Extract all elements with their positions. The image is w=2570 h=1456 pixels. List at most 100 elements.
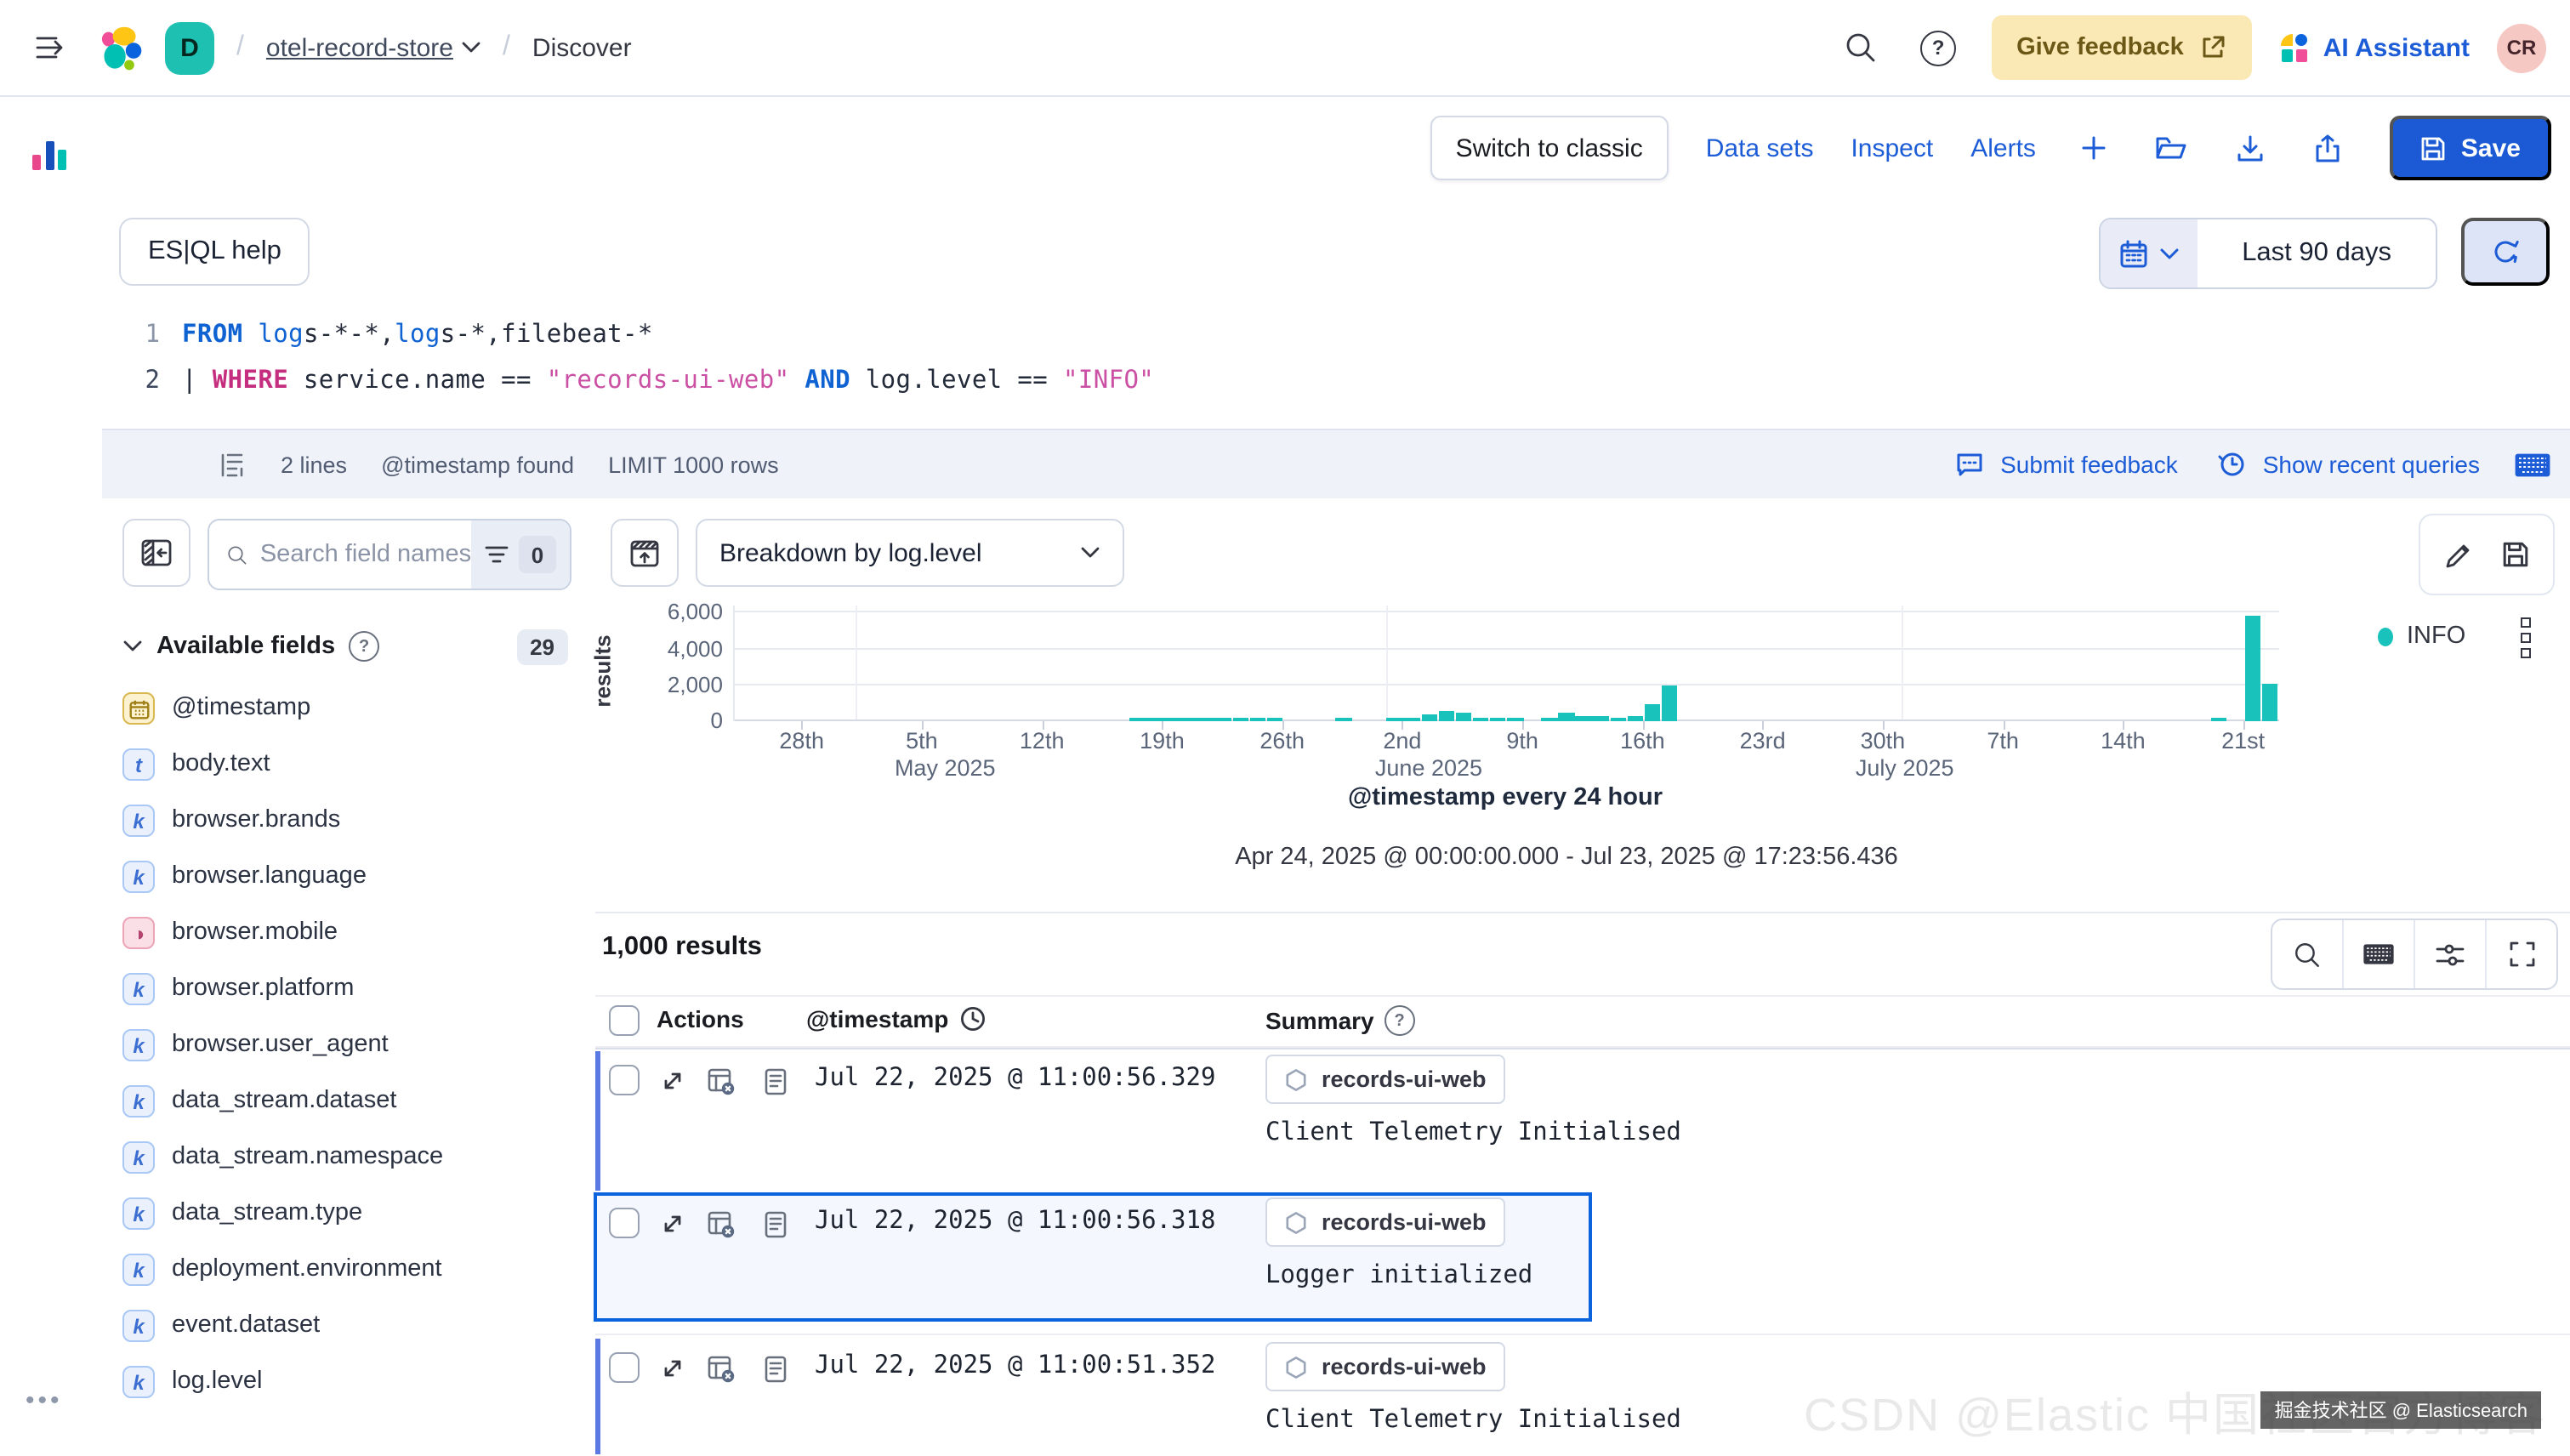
field-list-item[interactable]: @timestamp: [122, 680, 582, 737]
histogram-bar[interactable]: [1644, 705, 1660, 721]
field-list-item[interactable]: kbrowser.platform: [122, 961, 582, 1017]
rail-overflow-button[interactable]: •••: [26, 1386, 63, 1415]
histogram-bar[interactable]: [1438, 710, 1454, 721]
expand-row-icon[interactable]: [660, 1356, 685, 1381]
histogram-bar[interactable]: [2245, 617, 2261, 721]
date-picker[interactable]: Last 90 days: [2099, 218, 2437, 289]
elastic-logo-icon[interactable]: [97, 25, 143, 71]
grid-keyboard-button[interactable]: [2342, 920, 2414, 988]
field-list-item[interactable]: ◑browser.mobile: [122, 905, 582, 961]
new-session-button[interactable]: [2073, 128, 2114, 168]
histogram-bar[interactable]: [1181, 718, 1197, 721]
histogram-bar[interactable]: [1559, 712, 1575, 721]
histogram-chart[interactable]: [733, 606, 2279, 721]
degraded-doc-icon[interactable]: [708, 1068, 736, 1095]
available-fields-header[interactable]: Available fields ? 29: [122, 623, 568, 670]
field-list-item[interactable]: kbrowser.user_agent: [122, 1017, 582, 1073]
legend-options-icon[interactable]: [2521, 617, 2531, 658]
ai-assistant-button[interactable]: AI Assistant: [2279, 32, 2470, 63]
analytics-app-icon[interactable]: [32, 133, 70, 170]
data-sets-link[interactable]: Data sets: [1706, 134, 1814, 162]
field-search-input[interactable]: [260, 541, 471, 568]
grid-search-button[interactable]: [2272, 920, 2342, 988]
help-button[interactable]: ?: [1913, 22, 1964, 73]
field-filter-button[interactable]: 0: [471, 520, 570, 589]
menu-toggle-button[interactable]: [24, 22, 75, 73]
view-document-icon[interactable]: [764, 1068, 787, 1095]
service-badge[interactable]: records-ui-web: [1265, 1055, 1505, 1104]
row-checkbox[interactable]: [609, 1065, 640, 1095]
histogram-bar[interactable]: [1232, 718, 1248, 721]
column-summary[interactable]: Summary ?: [1265, 1005, 1415, 1036]
histogram-settings-button[interactable]: [611, 519, 679, 587]
service-badge[interactable]: records-ui-web: [1265, 1342, 1505, 1391]
field-list-item[interactable]: kdata_stream.dataset: [122, 1073, 582, 1129]
column-timestamp[interactable]: @timestamp: [806, 1005, 986, 1032]
histogram-bar[interactable]: [1129, 718, 1146, 721]
keyboard-icon[interactable]: [2514, 452, 2551, 477]
histogram-bar[interactable]: [1404, 718, 1420, 721]
row-checkbox[interactable]: [609, 1208, 640, 1238]
time-range-value[interactable]: Last 90 days: [2198, 219, 2436, 287]
histogram-bar[interactable]: [1146, 718, 1163, 721]
histogram-bar[interactable]: [1662, 685, 1678, 722]
chart-legend[interactable]: INFO: [2378, 623, 2465, 650]
histogram-bar[interactable]: [1455, 712, 1471, 721]
histogram-bar[interactable]: [2262, 683, 2278, 721]
histogram-bar[interactable]: [1163, 718, 1180, 721]
show-recent-queries-link[interactable]: Show recent queries: [2263, 451, 2480, 478]
give-feedback-button[interactable]: Give feedback: [1991, 15, 2252, 80]
esql-help-button[interactable]: ES|QL help: [119, 218, 310, 286]
download-button[interactable]: [2230, 128, 2271, 168]
field-list-item[interactable]: tbody.text: [122, 737, 582, 793]
histogram-bar[interactable]: [1610, 718, 1626, 721]
search-button[interactable]: [1834, 22, 1885, 73]
share-button[interactable]: [2308, 128, 2349, 168]
histogram-bar[interactable]: [1576, 717, 1592, 721]
histogram-bar[interactable]: [2210, 718, 2226, 721]
service-badge[interactable]: records-ui-web: [1265, 1197, 1505, 1247]
histogram-bar[interactable]: [1541, 718, 1557, 721]
open-session-button[interactable]: [2152, 128, 2192, 168]
expand-row-icon[interactable]: [660, 1068, 685, 1094]
date-picker-calendar-segment[interactable]: [2101, 219, 2198, 287]
user-avatar[interactable]: CR: [2497, 23, 2546, 72]
switch-to-classic-button[interactable]: Switch to classic: [1430, 116, 1669, 180]
save-visualization-button[interactable]: [2496, 536, 2533, 573]
inspect-link[interactable]: Inspect: [1851, 134, 1933, 162]
table-row[interactable]: Jul 22, 2025 @ 11:00:56.329records-ui-we…: [595, 1049, 2570, 1192]
field-list-item[interactable]: kevent.dataset: [122, 1298, 582, 1354]
histogram-bar[interactable]: [1473, 718, 1489, 721]
code-line[interactable]: 1FROM logs-*-*,logs-*,filebeat-*: [102, 311, 2570, 357]
degraded-doc-icon[interactable]: [708, 1356, 736, 1383]
degraded-doc-icon[interactable]: [708, 1211, 736, 1238]
view-document-icon[interactable]: [764, 1211, 787, 1238]
histogram-bar[interactable]: [1198, 718, 1214, 721]
refresh-button[interactable]: [2461, 218, 2550, 286]
histogram-bar[interactable]: [1249, 718, 1265, 721]
submit-feedback-link[interactable]: Submit feedback: [2000, 451, 2178, 478]
breadcrumb-project-link[interactable]: otel-record-store: [266, 33, 480, 62]
code-line[interactable]: 2| WHERE service.name == "records-ui-web…: [102, 357, 2570, 403]
save-button[interactable]: Save: [2390, 116, 2551, 180]
table-row[interactable]: Jul 22, 2025 @ 11:00:56.318records-ui-we…: [595, 1192, 2570, 1322]
grid-display-options-button[interactable]: [2414, 920, 2485, 988]
histogram-bar[interactable]: [1421, 715, 1437, 721]
field-list-item[interactable]: kdeployment.environment: [122, 1242, 582, 1298]
breakdown-select[interactable]: Breakdown by log.level: [696, 519, 1124, 587]
expand-row-icon[interactable]: [660, 1211, 685, 1237]
row-checkbox[interactable]: [609, 1352, 640, 1383]
field-list-item[interactable]: klog.level: [122, 1354, 582, 1410]
alerts-link[interactable]: Alerts: [1970, 134, 2036, 162]
histogram-bar[interactable]: [1267, 718, 1283, 721]
histogram-bar[interactable]: [1387, 718, 1403, 721]
edit-visualization-button[interactable]: [2440, 536, 2477, 573]
field-list-item[interactable]: kbrowser.language: [122, 849, 582, 905]
histogram-bar[interactable]: [1593, 717, 1609, 721]
field-list-item[interactable]: kbrowser.brands: [122, 793, 582, 849]
histogram-bar[interactable]: [1215, 718, 1231, 721]
histogram-bar[interactable]: [1627, 716, 1643, 721]
collapse-fields-panel-button[interactable]: [122, 519, 190, 587]
esql-editor[interactable]: 1FROM logs-*-*,logs-*,filebeat-*2| WHERE…: [102, 311, 2570, 429]
field-list-item[interactable]: kdata_stream.type: [122, 1186, 582, 1242]
